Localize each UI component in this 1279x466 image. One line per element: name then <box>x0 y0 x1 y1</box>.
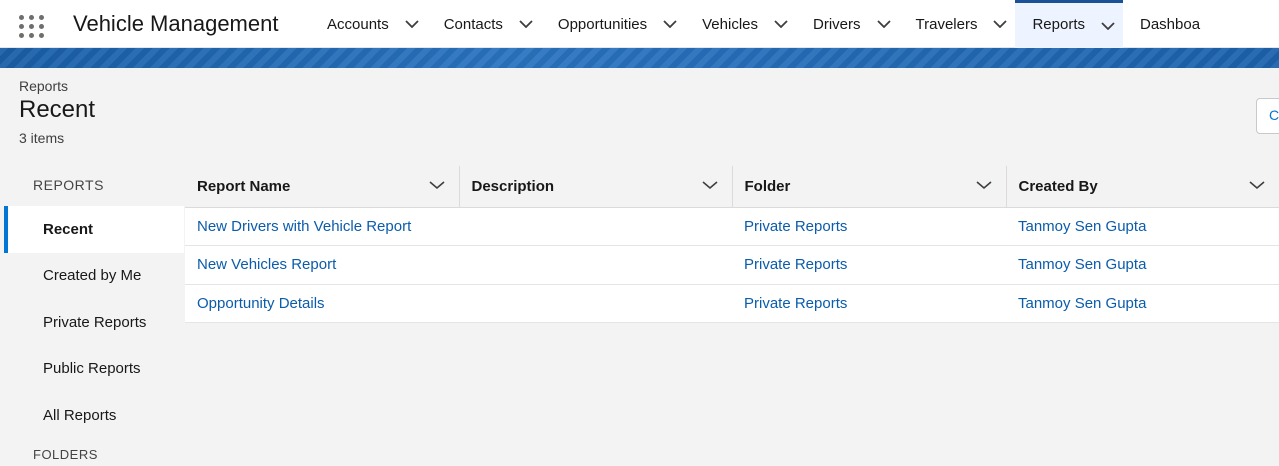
column-header-description[interactable]: Description <box>459 166 733 208</box>
nav-tab-label: Accounts <box>327 15 389 33</box>
chevron-down-icon[interactable] <box>511 0 541 48</box>
sidebar-item-private-reports[interactable]: Private Reports <box>4 299 184 346</box>
nav-tab-label: Opportunities <box>557 15 648 33</box>
reports-sidebar: REPORTS Recent Created by Me Private Rep… <box>4 166 184 466</box>
reports-table: Report Name Description Folder Created B… <box>185 166 1279 323</box>
cell-created-by: Tanmoy Sen Gupta <box>1006 284 1279 323</box>
chevron-down-icon[interactable] <box>397 0 427 48</box>
chevron-down-icon[interactable] <box>1249 177 1269 197</box>
cell-created-by: Tanmoy Sen Gupta <box>1006 245 1279 285</box>
column-header-created-by[interactable]: Created By <box>1006 166 1279 208</box>
nav-tab-label: Contacts <box>443 15 503 33</box>
nav-tab-accounts[interactable]: Accounts <box>310 0 427 48</box>
sidebar-item-created-by-me[interactable]: Created by Me <box>4 253 184 300</box>
report-link[interactable]: New Vehicles Report <box>197 256 336 273</box>
cell-folder: Private Reports <box>732 207 1006 246</box>
table-row: New Drivers with Vehicle Report Private … <box>185 207 1279 246</box>
table-row: New Vehicles Report Private Reports Tanm… <box>185 245 1279 285</box>
column-header-report-name[interactable]: Report Name <box>185 166 460 208</box>
nav-tab-label: Reports <box>1032 15 1085 33</box>
item-count: 3 items <box>19 130 65 146</box>
nav-tab-label: Vehicles <box>702 15 758 33</box>
cell-report-name: New Vehicles Report <box>185 245 459 285</box>
nav-tab-travelers[interactable]: Travelers <box>899 0 1016 48</box>
chevron-down-icon[interactable] <box>428 177 449 197</box>
column-header-label: Created By <box>1018 177 1098 195</box>
user-link[interactable]: Tanmoy Sen Gupta <box>1018 218 1146 235</box>
table-row: Opportunity Details Private Reports Tanm… <box>185 284 1279 323</box>
sidebar-item-public-reports[interactable]: Public Reports <box>4 346 184 393</box>
sidebar-heading-reports: REPORTS <box>33 177 104 193</box>
cell-description <box>459 207 732 246</box>
header-action-button[interactable]: C <box>1256 98 1279 134</box>
nav-tab-label: Drivers <box>813 15 861 33</box>
column-header-label: Folder <box>744 177 791 195</box>
column-header-folder[interactable]: Folder <box>732 166 1007 208</box>
breadcrumb: Reports <box>19 78 69 94</box>
chevron-down-icon[interactable] <box>655 0 685 48</box>
sidebar-item-recent[interactable]: Recent <box>4 206 184 253</box>
cell-description <box>459 284 732 323</box>
app-name: Vehicle Management <box>73 11 279 36</box>
report-link[interactable]: New Drivers with Vehicle Report <box>197 218 411 235</box>
cell-folder: Private Reports <box>732 284 1006 323</box>
nav-tab-opportunities[interactable]: Opportunities <box>541 0 685 48</box>
report-link[interactable]: Opportunity Details <box>197 295 325 312</box>
global-navigation: Vehicle Management Accounts Contacts Opp… <box>0 0 1279 48</box>
nav-tab-dashboards[interactable]: Dashboa <box>1123 0 1208 48</box>
chevron-down-icon[interactable] <box>701 177 722 197</box>
chevron-down-icon[interactable] <box>869 0 899 48</box>
chevron-down-icon[interactable] <box>985 0 1015 48</box>
cell-folder: Private Reports <box>732 245 1006 285</box>
user-link[interactable]: Tanmoy Sen Gupta <box>1018 256 1146 273</box>
sidebar-item-all-reports[interactable]: All Reports <box>4 392 184 439</box>
user-link[interactable]: Tanmoy Sen Gupta <box>1018 295 1146 312</box>
cell-report-name: New Drivers with Vehicle Report <box>185 207 459 246</box>
cell-created-by: Tanmoy Sen Gupta <box>1006 207 1279 246</box>
folder-link[interactable]: Private Reports <box>744 256 847 273</box>
folder-link[interactable]: Private Reports <box>744 295 847 312</box>
brand-band <box>0 48 1279 68</box>
chevron-down-icon[interactable] <box>975 177 996 197</box>
cell-description <box>459 245 732 285</box>
nav-tab-label: Travelers <box>915 15 978 33</box>
app-launcher-waffle-icon[interactable] <box>18 12 46 40</box>
column-header-label: Description <box>471 177 555 195</box>
column-header-label: Report Name <box>197 177 291 195</box>
folder-link[interactable]: Private Reports <box>744 218 847 235</box>
nav-tab-vehicles[interactable]: Vehicles <box>685 0 796 48</box>
reports-table-container: Report Name Description Folder Created B… <box>185 166 1279 466</box>
cell-report-name: Opportunity Details <box>185 284 459 323</box>
nav-tab-label: Dashboa <box>1140 15 1201 33</box>
sidebar-heading-folders: FOLDERS <box>33 446 98 462</box>
chevron-down-icon[interactable] <box>1093 2 1123 50</box>
nav-tab-contacts[interactable]: Contacts <box>427 0 541 48</box>
chevron-down-icon[interactable] <box>766 0 796 48</box>
page-title: Recent <box>19 96 96 123</box>
nav-tabs: Accounts Contacts Opportunities Vehicles… <box>310 0 1208 48</box>
page-header: Reports Recent 3 items <box>19 78 95 146</box>
nav-tab-drivers[interactable]: Drivers <box>796 0 899 48</box>
reports-list-view: Reports Recent 3 items C REPORTS Recent … <box>4 68 1279 466</box>
nav-tab-reports[interactable]: Reports <box>1015 0 1123 48</box>
table-header-row: Report Name Description Folder Created B… <box>185 166 1279 208</box>
